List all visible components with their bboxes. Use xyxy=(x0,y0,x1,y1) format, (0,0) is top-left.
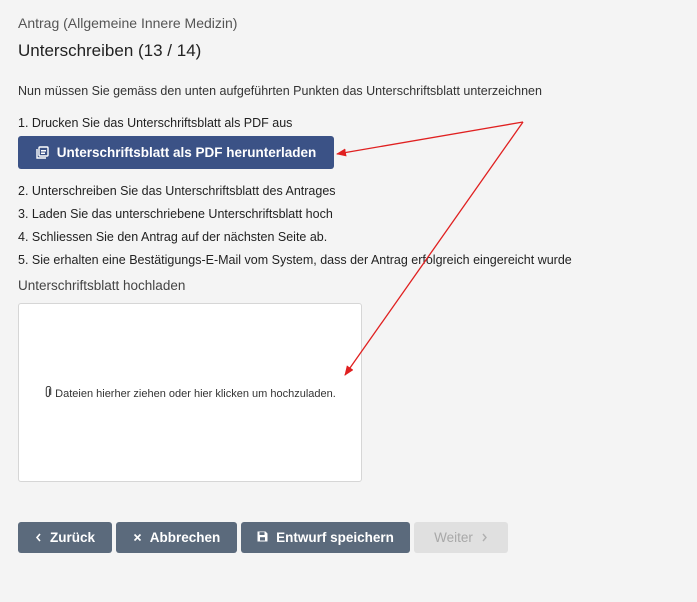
next-label: Weiter xyxy=(434,530,473,545)
next-button[interactable]: Weiter xyxy=(414,522,508,553)
step-4-text: 4. Schliessen Sie den Antrag auf der näc… xyxy=(18,230,328,244)
save-draft-label: Entwurf speichern xyxy=(276,530,394,545)
download-pdf-label: Unterschriftsblatt als PDF herunterladen xyxy=(56,145,317,160)
close-icon xyxy=(133,532,142,544)
form-subtitle: Antrag (Allgemeine Innere Medizin) xyxy=(18,15,238,31)
cancel-button[interactable]: Abbrechen xyxy=(116,522,237,553)
back-label: Zurück xyxy=(49,530,95,545)
chevron-right-icon xyxy=(481,532,488,544)
upload-label: Unterschriftsblatt hochladen xyxy=(18,278,186,293)
dropzone-text: Dateien hierher ziehen oder hier klicken… xyxy=(55,387,336,400)
cancel-label: Abbrechen xyxy=(149,530,221,545)
back-button[interactable]: Zurück xyxy=(18,522,112,553)
arrow-to-download-button xyxy=(336,121,524,157)
page-title: Unterschreiben (13 / 14) xyxy=(18,41,202,60)
step-2-text: 2. Unterschreiben Sie das Unterschriftsb… xyxy=(18,184,336,198)
download-pdf-button[interactable]: Unterschriftsblatt als PDF herunterladen xyxy=(18,136,334,169)
chevron-left-icon xyxy=(35,532,42,544)
paperclip-icon xyxy=(44,385,52,401)
instructions-intro: Nun müssen Sie gemäss den unten aufgefüh… xyxy=(18,84,542,98)
floppy-disk-icon xyxy=(257,531,268,544)
step-3-text: 3. Laden Sie das unterschriebene Untersc… xyxy=(18,207,333,221)
save-draft-button[interactable]: Entwurf speichern xyxy=(241,522,410,553)
step-5-text: 5. Sie erhalten eine Bestätigungs-E-Mail… xyxy=(18,253,572,267)
pdf-file-icon xyxy=(36,146,49,159)
wizard-navigation: Zurück Abbrechen Entwurf speichern Weite… xyxy=(18,522,508,553)
arrow-to-dropzone xyxy=(344,121,524,376)
file-dropzone[interactable]: Dateien hierher ziehen oder hier klicken… xyxy=(18,303,362,482)
page-content: Antrag (Allgemeine Innere Medizin) Unter… xyxy=(18,14,678,553)
step-1-text: 1. Drucken Sie das Unterschriftsblatt al… xyxy=(18,116,293,130)
